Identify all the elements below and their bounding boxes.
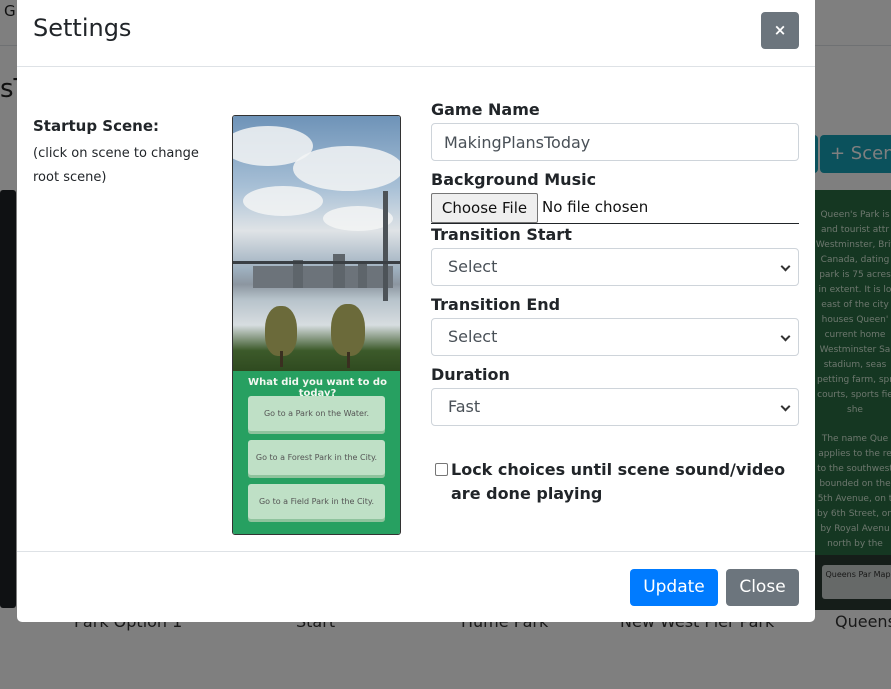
game-name-input[interactable] — [431, 123, 799, 161]
close-icon[interactable]: × — [761, 12, 799, 49]
startup-scene-label: Startup Scene: — [33, 117, 160, 135]
choose-file-button[interactable]: Choose File — [431, 193, 538, 223]
modal-footer: Update Close — [17, 551, 815, 622]
tree-trunk — [347, 352, 350, 368]
scene-choice-button[interactable]: Go to a Field Park in the City. — [248, 484, 385, 519]
transition-end-value: Select — [448, 327, 498, 346]
scene-choice-button[interactable]: Go to a Forest Park in the City. — [248, 440, 385, 475]
lock-choices-label[interactable]: Lock choices until scene sound/video are… — [451, 458, 801, 506]
scene-choice-panel: What did you want to do today? Go to a P… — [233, 371, 400, 534]
transition-end-label: Transition End — [431, 295, 561, 314]
city-building — [358, 262, 367, 288]
tree-shape — [331, 304, 365, 356]
cloud-shape — [243, 186, 323, 216]
startup-scene-preview[interactable]: What did you want to do today? Go to a P… — [232, 115, 401, 535]
chevron-down-icon — [780, 331, 791, 342]
scene-choice-button[interactable]: Go to a Park on the Water. — [248, 396, 385, 431]
duration-value: Fast — [448, 397, 481, 416]
transition-start-select[interactable]: Select — [431, 248, 799, 286]
tree-shape — [265, 306, 297, 356]
settings-modal: Settings × Startup Scene: (click on scen… — [17, 0, 815, 622]
transition-start-value: Select — [448, 257, 498, 276]
duration-select[interactable]: Fast — [431, 388, 799, 426]
duration-label: Duration — [431, 365, 510, 384]
game-name-label: Game Name — [431, 100, 540, 119]
startup-scene-hint: (click on scene to change root scene) — [33, 146, 199, 185]
chevron-down-icon — [780, 261, 791, 272]
city-building — [333, 254, 345, 288]
update-button[interactable]: Update — [630, 569, 718, 606]
transition-end-select[interactable]: Select — [431, 318, 799, 356]
modal-body: Startup Scene: (click on scene to change… — [17, 67, 815, 552]
file-status-text: No file chosen — [542, 198, 649, 216]
transition-start-label: Transition Start — [431, 225, 572, 244]
close-button[interactable]: Close — [726, 569, 799, 606]
scene-photo — [233, 116, 400, 371]
cloud-shape — [293, 146, 400, 191]
modal-header: Settings × — [17, 0, 815, 67]
city-building — [293, 260, 303, 288]
background-music-file-input[interactable]: Choose File No file chosen — [431, 193, 799, 224]
bridge-tower — [383, 191, 388, 301]
city-skyline — [253, 266, 393, 288]
modal-title: Settings — [33, 14, 132, 42]
chevron-down-icon — [780, 401, 791, 412]
tree-trunk — [280, 351, 283, 367]
bridge-deck — [233, 261, 400, 264]
background-music-label: Background Music — [431, 170, 597, 189]
lock-choices-checkbox[interactable] — [435, 463, 448, 476]
